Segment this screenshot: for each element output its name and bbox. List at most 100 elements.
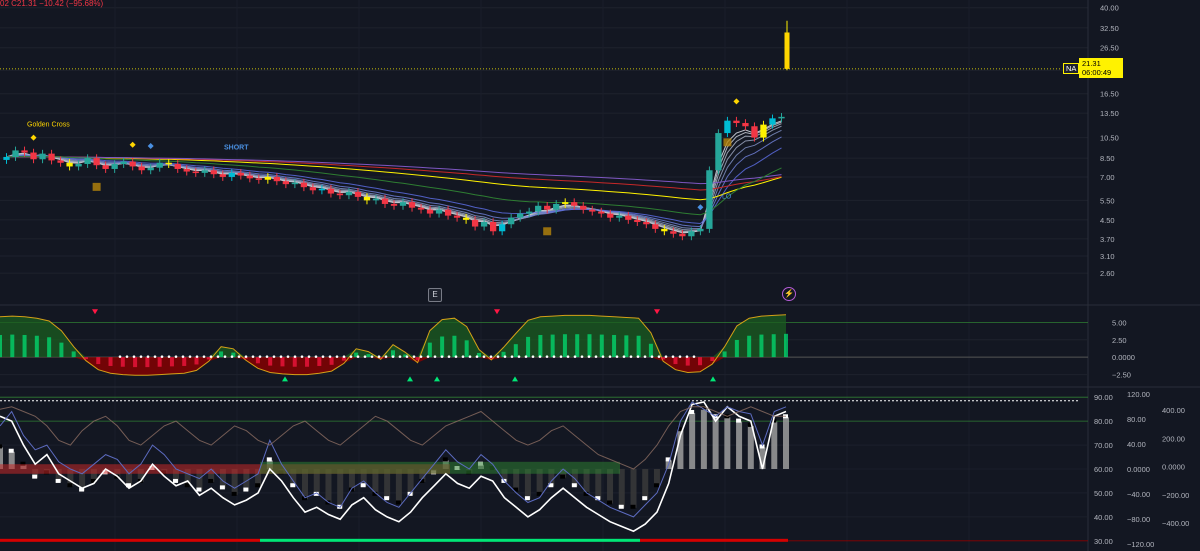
osc2-step-block <box>736 418 742 423</box>
osc1-zero-dot <box>566 355 570 358</box>
candle-body <box>156 162 163 168</box>
candle-body <box>246 175 253 179</box>
osc1-histogram-bar <box>526 336 531 358</box>
osc1-histogram-bar <box>145 357 150 368</box>
osc1-zero-dot <box>356 355 360 358</box>
osc1-zero-dot <box>678 355 682 358</box>
chart-canvas[interactable]: 40.0032.5026.5021.0016.5013.5010.508.507… <box>0 0 1200 551</box>
osc1-buy-triangle <box>282 376 288 382</box>
osc1-histogram-bar <box>464 340 469 358</box>
osc1-histogram-bar <box>182 357 187 366</box>
candle-body <box>535 205 542 212</box>
osc1-zero-dot <box>167 355 171 358</box>
price-tick-label: 8.50 <box>1100 154 1115 163</box>
oscillator-1-axis[interactable]: 5.00 2.50 0.0000 −2.50 <box>1112 318 1135 379</box>
osc1-zero-dot <box>335 355 339 358</box>
osc1-negative-area <box>0 357 786 376</box>
osc1-zero-dot <box>580 355 584 358</box>
candle-body <box>661 228 668 232</box>
osc1-zero-dot <box>237 355 241 358</box>
osc2-tick-label: 70.00 <box>1094 441 1113 450</box>
osc1-histogram-bar <box>648 343 653 358</box>
osc1-zero-dot <box>377 355 381 358</box>
osc2-right-tick-label: −200.00 <box>1162 491 1189 500</box>
osc1-histogram-bar <box>83 357 88 360</box>
osc1-zero-dot <box>671 355 675 358</box>
osc1-zero-dot <box>447 355 451 358</box>
osc2-step-block <box>32 474 38 479</box>
osc1-zero-dot <box>468 355 472 358</box>
osc1-zero-dot <box>307 355 311 358</box>
osc2-mid-tick-label: 80.00 <box>1127 415 1146 424</box>
osc1-histogram-bar <box>366 354 371 358</box>
osc1-zero-dot <box>601 355 605 358</box>
osc1-zero-dot <box>118 355 122 358</box>
osc2-step-block <box>172 478 178 483</box>
golden-cross-label: Golden Cross <box>27 121 70 128</box>
osc1-histogram-bar <box>759 334 764 358</box>
candle-body <box>417 207 425 210</box>
candle-body <box>544 205 551 210</box>
osc1-zero-dot <box>321 355 325 358</box>
osc1-zero-dot <box>531 355 535 358</box>
osc2-step-block <box>219 485 225 490</box>
osc1-zero-dot <box>517 355 521 358</box>
osc2-step-block <box>618 504 624 509</box>
osc2-right-tick-label: 200.00 <box>1162 434 1185 443</box>
osc1-histogram-bar <box>575 334 580 358</box>
candle-body <box>715 133 722 171</box>
osc1-histogram-bar <box>292 357 297 367</box>
signal-diamond-marker <box>129 141 136 148</box>
candle-body <box>57 160 64 163</box>
oscillator-2-axis[interactable]: 90.00 80.00 70.00 60.00 50.00 40.00 30.00 120.0… <box>1094 390 1189 549</box>
osc2-histogram-bar <box>642 469 649 500</box>
price-tick-label: 32.50 <box>1100 24 1119 33</box>
osc2-right-tick-label: −400.00 <box>1162 519 1189 528</box>
price-countdown-box: 21.31 06:00:49 <box>1079 58 1123 78</box>
alert-icon[interactable]: ⚡ <box>782 287 796 301</box>
candle-body <box>183 168 190 172</box>
candle-body <box>264 176 271 180</box>
osc2-histogram-bar <box>395 469 402 504</box>
osc1-zero-dot <box>398 355 402 358</box>
osc2-tick-label: 60.00 <box>1094 465 1113 474</box>
candle-body <box>48 153 55 161</box>
osc1-zero-dot <box>664 355 668 358</box>
osc1-zero-dot <box>461 355 465 358</box>
candle-body <box>643 222 650 225</box>
osc2-step-block <box>243 487 249 492</box>
osc1-histogram-bar <box>0 334 2 358</box>
candle-body <box>444 209 452 216</box>
candle-body <box>255 178 262 180</box>
candle-body <box>679 233 686 237</box>
osc1-zero-dot <box>265 355 269 358</box>
osc1-zero-dot <box>370 355 374 358</box>
osc1-zero-dot <box>349 355 353 358</box>
osc1-zero-dot <box>314 355 318 358</box>
osc2-step-block <box>8 448 14 453</box>
osc2-state-strip-red <box>640 538 788 542</box>
candle-body <box>706 170 713 229</box>
candle-body <box>102 165 109 169</box>
osc1-histogram-bar <box>710 357 715 361</box>
osc1-zero-dot <box>559 355 563 358</box>
osc1-zero-dot <box>342 355 346 358</box>
candle-body <box>733 120 740 124</box>
osc1-histogram-bar <box>440 336 445 358</box>
events-button[interactable]: E <box>428 288 442 302</box>
osc1-histogram-bar <box>513 344 518 358</box>
candle-body <box>489 222 497 232</box>
price-axis[interactable]: 40.0032.5026.5021.0016.5013.5010.508.507… <box>1100 4 1119 278</box>
osc1-zero-dot <box>496 355 500 358</box>
osc2-histogram-bar <box>630 469 637 508</box>
osc1-histogram-bar <box>734 339 739 358</box>
osc1-zero-dot <box>475 355 479 358</box>
candle-body <box>462 217 470 220</box>
osc1-zero-dot <box>405 355 409 358</box>
price-tick-label: 16.50 <box>1100 90 1119 99</box>
osc1-histogram-bar <box>636 335 641 358</box>
osc1-zero-dot <box>363 355 367 358</box>
osc2-histogram-bar <box>712 417 719 469</box>
osc1-histogram-bar <box>96 357 101 365</box>
osc2-mid-tick-label: −80.00 <box>1127 515 1150 524</box>
